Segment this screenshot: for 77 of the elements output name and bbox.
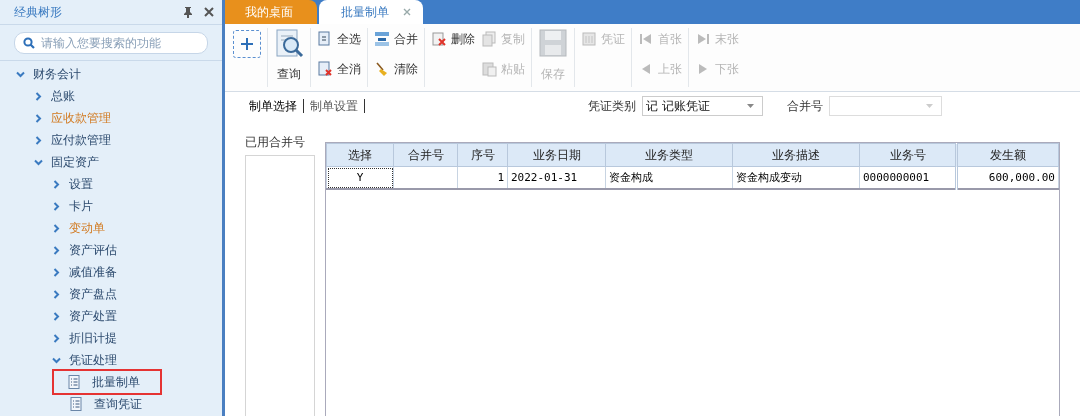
tree-item[interactable]: 固定资产 <box>34 152 103 172</box>
tree-item[interactable]: 查询凭证 <box>70 394 146 414</box>
close-icon[interactable] <box>204 7 214 17</box>
document-icon <box>68 375 80 389</box>
chevron-down-icon <box>34 157 43 167</box>
chevron-right-icon <box>52 267 61 277</box>
table-cell: 1 <box>457 166 508 189</box>
chevron-right-icon <box>52 201 61 211</box>
toolbar-button[interactable]: 全消 <box>317 58 361 80</box>
tab[interactable]: 批量制单 <box>319 0 423 24</box>
chevron-down-icon <box>52 355 61 365</box>
copy-icon <box>481 31 497 47</box>
search-field[interactable]: 请输入您要搜索的功能 <box>14 32 208 54</box>
column-header[interactable]: 合并号 <box>393 143 458 167</box>
table-cell: Y <box>326 166 394 189</box>
column-header[interactable]: 选择 <box>326 143 394 167</box>
add-button[interactable] <box>233 30 261 58</box>
document-cross-icon <box>317 61 333 77</box>
tree-item[interactable]: 卡片 <box>52 196 97 216</box>
grid-icon <box>581 31 597 47</box>
chevron-right-icon <box>52 245 61 255</box>
toolbar-button[interactable]: 全选 <box>317 28 361 50</box>
toolbar-button[interactable]: 清除 <box>374 58 418 80</box>
tree-item[interactable]: 总账 <box>34 86 79 106</box>
magnifier-document-icon <box>274 28 304 58</box>
paste-icon <box>481 61 497 77</box>
tree-item[interactable]: 折旧计提 <box>52 328 121 348</box>
panel-title: 经典树形 <box>14 3 62 21</box>
document-icon <box>317 31 333 47</box>
pin-icon[interactable] <box>182 6 194 18</box>
table-cell: 600,000.00 <box>956 166 1059 189</box>
chevron-right-icon <box>34 91 43 101</box>
tree-item[interactable]: 批量制单 <box>54 371 160 393</box>
chevron-right-icon <box>52 289 61 299</box>
toolbar-button[interactable]: 查询 <box>274 28 304 83</box>
tree-item[interactable]: 资产盘点 <box>52 284 121 304</box>
toolbar-button[interactable]: 删除 <box>431 28 475 50</box>
chevron-right-icon <box>52 333 61 343</box>
plus-icon <box>240 37 254 51</box>
skip-back-icon <box>638 31 654 47</box>
column-header[interactable]: 业务号 <box>859 143 957 167</box>
skip-forward-icon <box>695 31 711 47</box>
tree-item[interactable]: 设置 <box>52 174 97 194</box>
stacked-bars-icon <box>374 31 390 47</box>
tree-item[interactable]: 减值准备 <box>52 262 121 282</box>
tab[interactable]: 制单设置 <box>304 99 365 113</box>
tree-item[interactable]: 资产处置 <box>52 306 121 326</box>
field-label: 合并号 <box>787 97 823 115</box>
chevron-right-icon <box>52 223 61 233</box>
document-cross-icon <box>431 31 447 47</box>
caret-icon <box>926 104 933 108</box>
list-label: 已用合并号 <box>245 134 306 151</box>
column-header[interactable]: 业务描述 <box>732 143 860 167</box>
document-icon <box>70 397 82 411</box>
table-cell: 资金构成 <box>605 166 733 189</box>
tree-item[interactable]: 财务会计 <box>16 64 85 84</box>
tab[interactable]: 制单选择 <box>243 99 304 113</box>
dropdown[interactable]: 记 记账凭证 <box>642 96 763 116</box>
column-header[interactable]: 业务类型 <box>605 143 733 167</box>
column-header[interactable]: 业务日期 <box>507 143 606 167</box>
toolbar-button[interactable]: 合并 <box>374 28 418 50</box>
tree-item[interactable]: 凭证处理 <box>52 350 121 370</box>
column-header[interactable]: 发生额 <box>956 143 1059 167</box>
chevron-down-icon <box>16 69 25 79</box>
column-header[interactable]: 序号 <box>457 143 508 167</box>
field-label: 凭证类别 <box>588 97 636 115</box>
tree-item[interactable]: 应付款管理 <box>34 130 115 150</box>
broom-icon <box>374 61 390 77</box>
table-cell: 2022-01-31 <box>507 166 606 189</box>
search-icon <box>23 37 35 49</box>
table-cell: 资金构成变动 <box>732 166 860 189</box>
tree-item[interactable]: 资产评估 <box>52 240 121 260</box>
chevron-right-icon <box>52 179 61 189</box>
caret-icon <box>747 104 754 108</box>
chevron-right-icon <box>52 311 61 321</box>
chevron-right-icon <box>34 113 43 123</box>
chevron-right-icon <box>34 135 43 145</box>
